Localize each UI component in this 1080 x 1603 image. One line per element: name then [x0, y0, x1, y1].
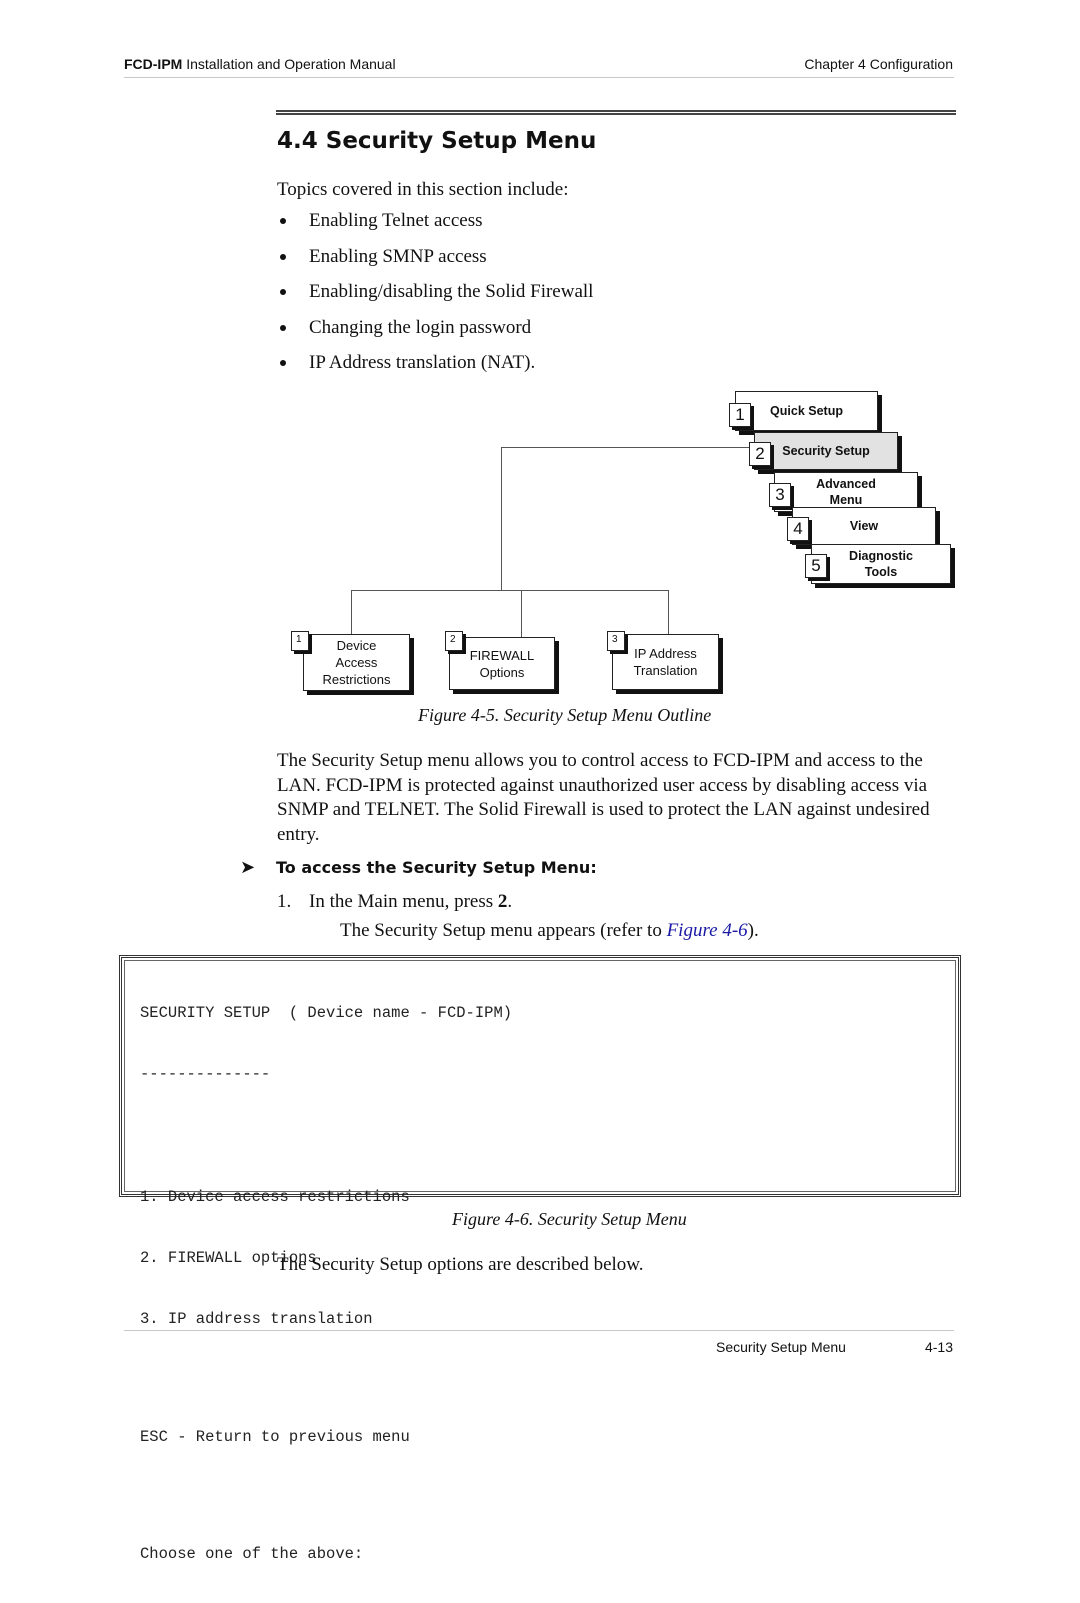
procedure-step: 1. In the Main menu, press 2. — [277, 891, 513, 912]
section-double-rule — [276, 110, 956, 115]
terminal-blank — [140, 1369, 512, 1389]
terminal-option: 3. IP address translation — [140, 1310, 373, 1329]
figure-caption: Figure 4-5. Security Setup Menu Outline — [418, 705, 712, 725]
terminal-option: 1. Device access restrictions — [140, 1187, 410, 1206]
connector-line — [351, 590, 352, 635]
connector-line — [521, 590, 522, 638]
bullet-icon — [280, 253, 286, 260]
connector-line — [501, 447, 751, 448]
closing-text: The Security Setup options are described… — [277, 1254, 644, 1275]
terminal-prompt: Choose one of the above: — [140, 1545, 364, 1564]
menu-security-setup: Security Setup — [754, 432, 898, 470]
bullet-icon — [280, 289, 286, 295]
submenu-firewall-options: FIREWALL Options — [449, 637, 555, 690]
terminal-underline: -------------- — [140, 1065, 271, 1084]
footer-divider — [124, 1330, 954, 1331]
procedure-result: The Security Setup menu appears (refer t… — [340, 920, 759, 941]
menu-view: View — [792, 507, 936, 545]
topic-item: Enabling/disabling the Solid Firewall — [277, 279, 593, 315]
topic-item: IP Address translation (NAT). — [277, 350, 593, 386]
connector-line — [501, 447, 502, 590]
menu-diagnostic-tools: Diagnostic Tools — [811, 544, 951, 584]
submenu-number: 2 — [445, 631, 463, 651]
topic-item: Enabling Telnet access — [277, 208, 593, 244]
terminal-blank — [140, 1486, 512, 1506]
manual-title: Installation and Operation Manual — [182, 56, 396, 72]
bullet-icon — [280, 218, 286, 224]
arrow-right-icon: ➤ — [240, 857, 256, 878]
key-label: 2 — [497, 891, 508, 912]
figure-link[interactable]: Figure 4-6 — [667, 920, 748, 941]
terminal-screen: SECURITY SETUP ( Device name - FCD-IPM) … — [119, 955, 961, 1563]
footer-section: Security Setup Menu — [716, 1339, 846, 1355]
menu-advanced: Advanced Menu — [774, 472, 918, 512]
terminal-blank — [140, 1124, 512, 1149]
description-paragraph: The Security Setup menu allows you to co… — [277, 750, 930, 845]
header-divider — [124, 77, 954, 78]
page-number: 4-13 — [924, 1339, 953, 1355]
section-intro: Topics covered in this section include: — [277, 179, 569, 200]
running-header-chapter: Chapter 4 Configuration — [804, 56, 953, 72]
terminal-title: SECURITY SETUP ( Device name - FCD-IPM) — [140, 1004, 513, 1022]
bullet-icon — [280, 360, 286, 366]
terminal-esc-option: ESC - Return to previous menu — [140, 1427, 410, 1446]
menu-number: 2 — [749, 442, 771, 466]
menu-number: 4 — [787, 517, 809, 541]
bullet-icon — [280, 324, 286, 331]
menu-number: 1 — [729, 403, 751, 427]
figure-caption: Figure 4-6. Security Setup Menu — [452, 1209, 687, 1229]
topic-item: Changing the login password — [277, 315, 593, 351]
topic-item: Enabling SMNP access — [277, 244, 593, 280]
section-title: 4.4 Security Setup Menu — [277, 128, 597, 154]
connector-line — [668, 590, 669, 635]
topics-list: Enabling Telnet access Enabling SMNP acc… — [277, 208, 593, 386]
connector-line — [351, 590, 669, 591]
submenu-number: 3 — [607, 631, 625, 651]
submenu-number: 1 — [291, 631, 309, 651]
menu-number: 3 — [769, 483, 791, 507]
submenu-ip-translation: IP Address Translation — [612, 634, 719, 690]
menu-quick-setup: Quick Setup — [735, 391, 878, 431]
terminal-text: SECURITY SETUP ( Device name - FCD-IPM) … — [140, 965, 512, 1603]
product-name: FCD-IPM — [124, 56, 183, 72]
procedure-heading: ➤ To access the Security Setup Menu: — [240, 857, 597, 878]
menu-number: 5 — [805, 554, 827, 578]
running-header-title: FCD-IPM Installation and Operation Manua… — [124, 56, 396, 72]
submenu-device-access: Device Access Restrictions — [303, 634, 410, 691]
